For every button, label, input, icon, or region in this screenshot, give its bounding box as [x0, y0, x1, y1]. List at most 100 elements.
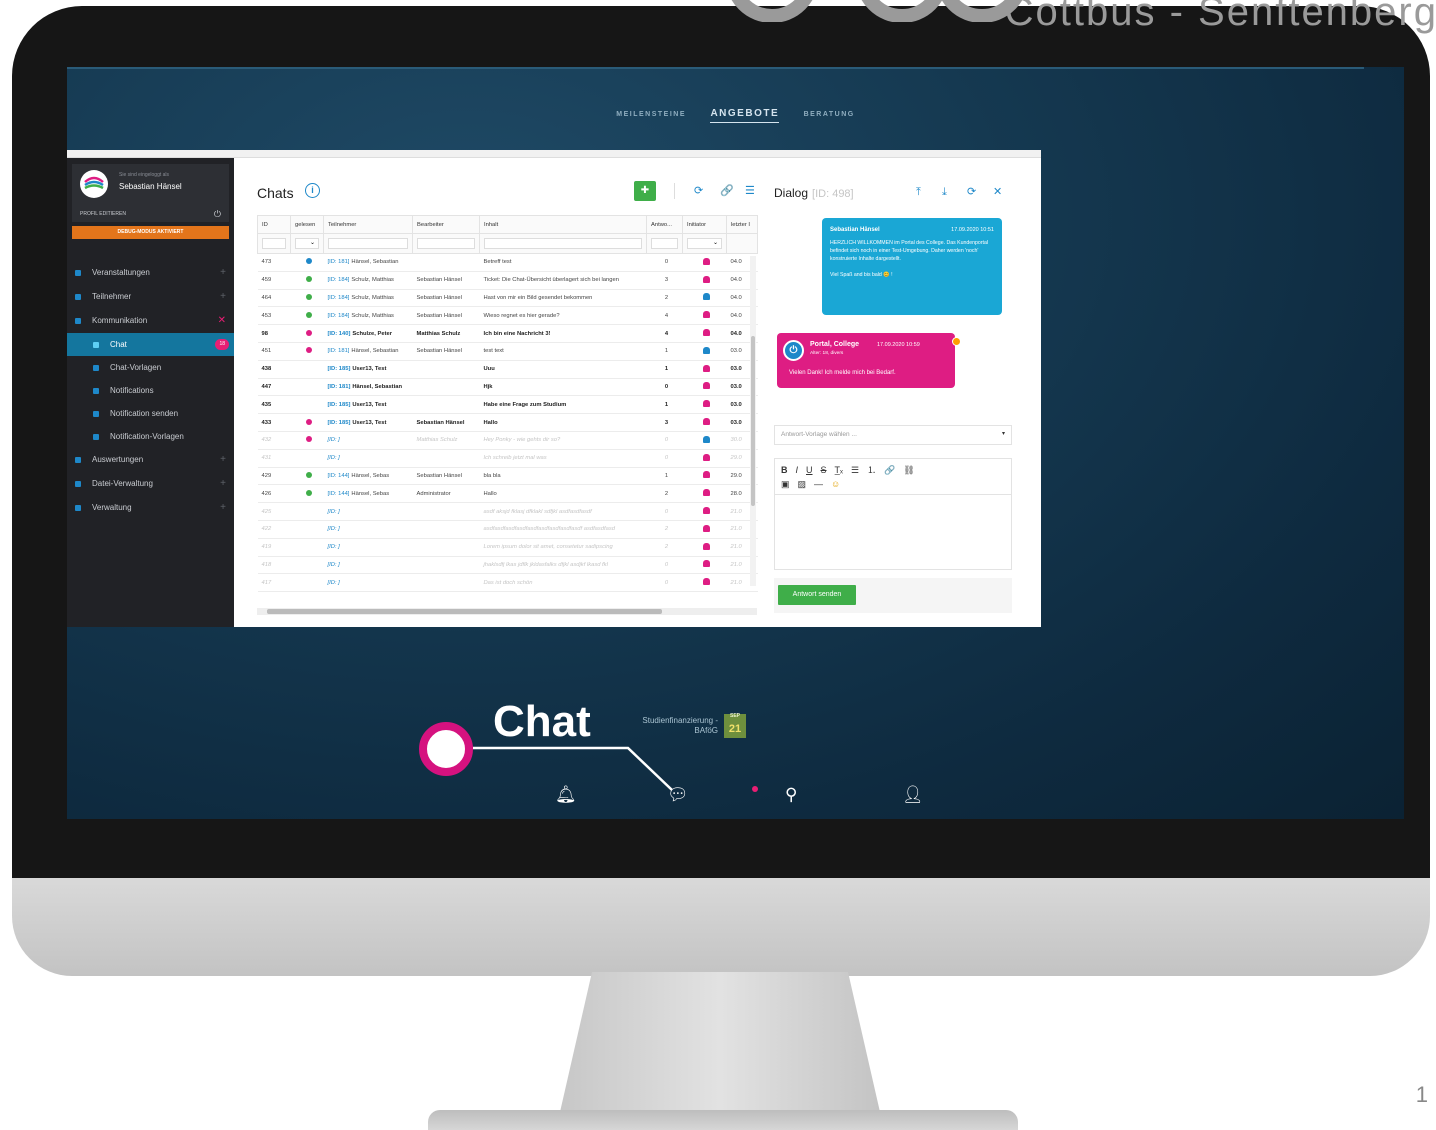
participant-id[interactable]: [ID: 144]	[328, 473, 350, 479]
horizontal-rule-icon[interactable]: —	[814, 479, 823, 489]
table-row[interactable]: 419 [ID: ] Lorem ipsum dolor sit amet, con…	[257, 538, 758, 557]
column-header[interactable]: Teilnehmer	[323, 215, 413, 234]
table-row[interactable]: 447 [ID: 181] Hänsel, Sebastian Hjk 0 03.0	[257, 378, 758, 397]
new-chat-button[interactable]: ✚	[634, 181, 656, 201]
table-row[interactable]: 473 [ID: 181] Hänsel, Sebastian Betreff tes…	[257, 253, 758, 272]
participant-id[interactable]: [ID: 181]	[328, 259, 350, 265]
table-row[interactable]: 422 [ID: ] asdfasdfasdfasdfasdfasdfasdfasd…	[257, 520, 758, 539]
filter-input[interactable]	[417, 238, 475, 249]
sidebar-item-verwaltung[interactable]: Verwaltung +	[67, 496, 234, 520]
participant-id[interactable]: [ID: 140]	[328, 331, 351, 337]
emoji-icon[interactable]: ☺	[831, 479, 840, 489]
participant-id[interactable]: [ID: 181]	[328, 384, 351, 390]
filter-input[interactable]	[651, 238, 678, 249]
sidebar-item-notification-senden[interactable]: Notification senden	[67, 402, 234, 425]
participant-id[interactable]: [ID: ]	[328, 509, 340, 515]
participant-id[interactable]: [ID: 144]	[328, 491, 350, 497]
link-icon[interactable]: 🔗	[720, 184, 734, 197]
send-reply-button[interactable]: Antwort senden	[778, 585, 856, 605]
nav-beratung[interactable]: BERATUNG	[804, 111, 855, 118]
column-header[interactable]: Antwo...	[646, 215, 683, 234]
column-header[interactable]: Inhalt	[479, 215, 647, 234]
table-row[interactable]: 459 [ID: 184] Schulz, Matthias Sebastian Hä…	[257, 271, 758, 290]
participant-id[interactable]: [ID: 185]	[328, 366, 351, 372]
table-row[interactable]: 426 [ID: 144] Hänsel, Sebas Administrator Ha…	[257, 484, 758, 504]
participant-id[interactable]: [ID: 184]	[328, 295, 350, 301]
scroll-thumb[interactable]	[751, 336, 755, 506]
filter-input[interactable]	[484, 238, 642, 249]
table-row[interactable]: 464 [ID: 184] Schulz, Matthias Sebastian Hä…	[257, 289, 758, 308]
nav-angebote[interactable]: ANGEBOTE	[710, 108, 780, 123]
clear-format-icon[interactable]: T̲ₓ	[835, 465, 843, 475]
vertical-scrollbar[interactable]	[750, 256, 756, 586]
participant-id[interactable]: [ID: 184]	[328, 277, 350, 283]
reply-textarea[interactable]	[775, 495, 1011, 569]
numbered-list-icon[interactable]: ⒈	[867, 465, 876, 475]
bell-icon[interactable]: 🔔︎	[555, 785, 577, 805]
refresh-icon[interactable]: ⟳	[967, 185, 976, 198]
plus-icon[interactable]: +	[220, 496, 226, 520]
refresh-icon[interactable]: ⟳	[694, 184, 703, 197]
participant-id[interactable]: [ID: ]	[328, 455, 340, 461]
table-row[interactable]: 451 [ID: 181] Hänsel, Sebastian Sebastian H…	[257, 342, 758, 361]
table-row[interactable]: 429 [ID: 144] Hänsel, Sebas Sebastian Hänse…	[257, 467, 758, 486]
bold-icon[interactable]: B	[781, 465, 788, 475]
participant-id[interactable]: [ID: 185]	[328, 420, 351, 426]
scroll-top-icon[interactable]: ⤒	[916, 186, 921, 199]
participant-id[interactable]: [ID: 185]	[328, 402, 351, 408]
table-row[interactable]: 435 [ID: 185] User13, Test Habe eine Frage …	[257, 395, 758, 415]
participant-id[interactable]: [ID: ]	[328, 526, 340, 532]
bullet-list-icon[interactable]: ☰	[851, 465, 859, 475]
embed-icon[interactable]: ▣	[781, 479, 790, 489]
sidebar-item-kommunikation[interactable]: Kommunikation ✕	[67, 309, 234, 333]
table-row[interactable]: 425 [ID: ] asdf aksjd fklasj dfklakl sdfjk…	[257, 502, 758, 521]
filter-input[interactable]	[328, 238, 408, 249]
column-header[interactable]: Initiator	[682, 215, 727, 234]
table-row[interactable]: 417 [ID: ] Das ist doch schön 0 21.0	[257, 573, 758, 593]
sidebar-item-notifications[interactable]: Notifications	[67, 379, 234, 402]
unlink-icon[interactable]: ⛓	[903, 465, 914, 475]
plus-icon[interactable]: +	[220, 472, 226, 496]
filter-select[interactable]: ⌄	[295, 238, 319, 249]
link-icon[interactable]: 🔗	[884, 465, 895, 475]
sidebar-item-datei-verwaltung[interactable]: Datei-Verwaltung +	[67, 472, 234, 496]
strike-icon[interactable]: S	[821, 465, 827, 475]
table-row[interactable]: 418 [ID: ] jhaklsdfj lkas jdflk jkldasfalk…	[257, 556, 758, 575]
column-header[interactable]: letzter I	[726, 215, 758, 234]
scroll-bottom-icon[interactable]: ⤓	[942, 186, 947, 199]
menu-icon[interactable]: ☰	[745, 184, 755, 197]
table-row[interactable]: 98 [ID: 140] Schulze, Peter Matthias Schulz…	[257, 324, 758, 343]
plus-icon[interactable]: +	[220, 261, 226, 285]
info-icon[interactable]: i	[305, 183, 320, 198]
sidebar-item-chat[interactable]: Chat 18	[67, 333, 234, 356]
sidebar-item-teilnehmer[interactable]: Teilnehmer +	[67, 285, 234, 309]
participant-id[interactable]: [ID: ]	[328, 562, 340, 568]
search-icon[interactable]: ⚲	[785, 785, 797, 805]
table-row[interactable]: 433 [ID: 185] User13, Test Sebastian Hänsel…	[257, 413, 758, 432]
sidebar-item-veranstaltungen[interactable]: Veranstaltungen +	[67, 261, 234, 285]
participant-id[interactable]: [ID: ]	[328, 437, 340, 443]
scroll-thumb[interactable]	[267, 609, 662, 614]
filter-input[interactable]	[262, 238, 286, 249]
close-icon[interactable]: ✕	[993, 185, 1002, 198]
power-icon[interactable]: ⏻	[214, 209, 221, 220]
participant-id[interactable]: [ID: 181]	[328, 348, 350, 354]
debug-mode-button[interactable]: DEBUG-MODUS AKTIVIERT	[72, 226, 229, 239]
filter-select[interactable]: ⌄	[687, 238, 722, 249]
participant-id[interactable]: [ID: ]	[328, 544, 340, 550]
image-icon[interactable]: ▨	[798, 479, 807, 489]
column-header[interactable]: ID	[257, 215, 291, 234]
user-icon[interactable]: 👤︎	[902, 785, 924, 805]
horizontal-scrollbar[interactable]	[257, 608, 757, 615]
table-row[interactable]: 438 [ID: 185] User13, Test Uuu 1 03.0	[257, 360, 758, 379]
edit-profile-link[interactable]: PROFIL EDITIEREN ⏻	[72, 206, 229, 222]
underline-icon[interactable]: U	[806, 465, 813, 475]
table-row[interactable]: 431 [ID: ] Ich schreib jetzt mal was 0 29.0	[257, 449, 758, 468]
nav-meilensteine[interactable]: MEILENSTEINE	[616, 111, 686, 118]
table-row[interactable]: 453 [ID: 184] Schulz, Matthias Sebastian Hä…	[257, 306, 758, 326]
sidebar-item-auswertungen[interactable]: Auswertungen +	[67, 448, 234, 472]
sidebar-item-notification-vorlagen[interactable]: Notification-Vorlagen	[67, 425, 234, 448]
table-row[interactable]: 432 [ID: ] Matthias Schulz Hey Ponky - wie …	[257, 431, 758, 450]
sidebar-item-chat-vorlagen[interactable]: Chat-Vorlagen	[67, 356, 234, 379]
participant-id[interactable]: [ID: 184]	[328, 313, 350, 319]
